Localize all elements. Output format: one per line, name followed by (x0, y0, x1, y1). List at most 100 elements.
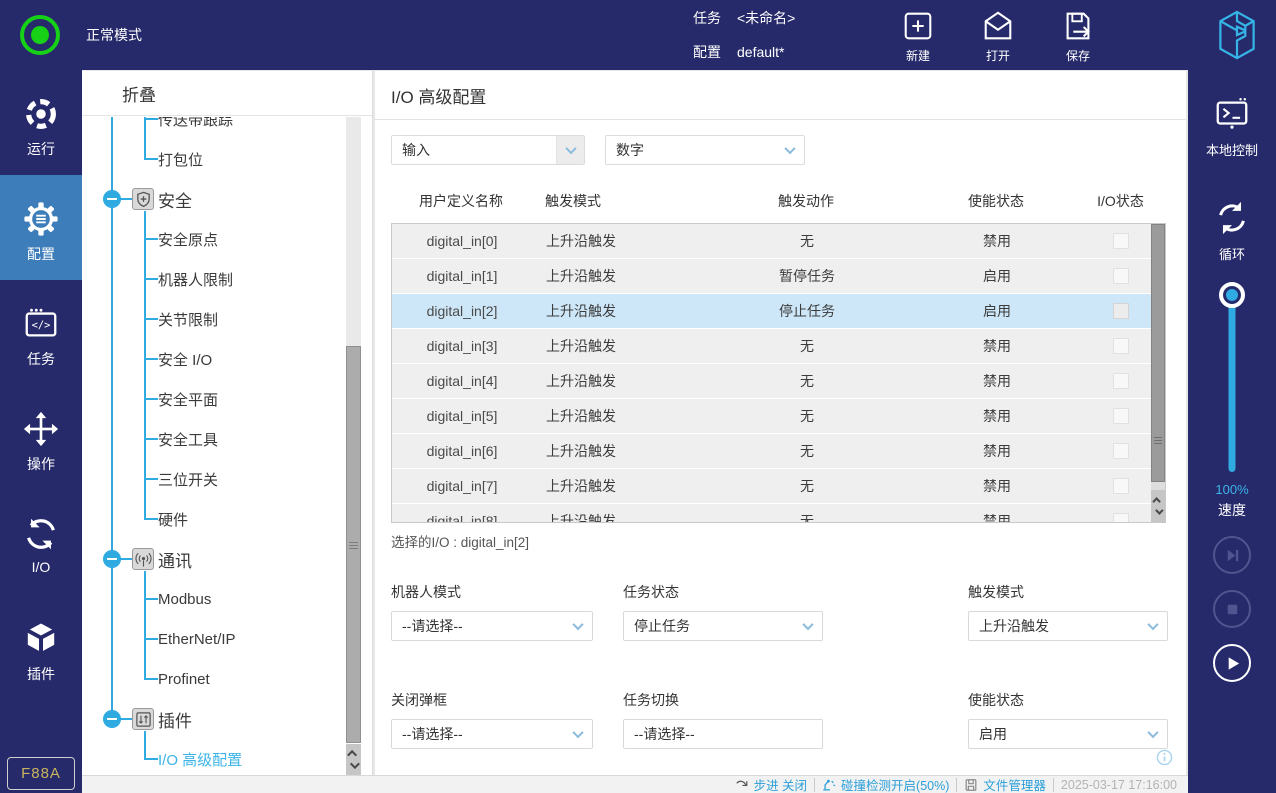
status-item[interactable]: 文件管理器 (956, 778, 1053, 792)
cell-enable-state: 禁用 (902, 511, 1092, 523)
collapse-toggle-icon[interactable] (103, 710, 121, 728)
nav-item[interactable]: 操作 (0, 385, 82, 490)
tree-item[interactable]: EtherNet/IP (82, 619, 372, 659)
form-field-label: 任务切换 (623, 690, 823, 710)
tree-scrollbar[interactable] (346, 117, 361, 743)
tree-item[interactable]: 安全 I/O (82, 339, 372, 379)
chevron-down-icon (776, 136, 804, 164)
tree-scrollbar-thumb[interactable] (346, 346, 361, 743)
tree-item[interactable]: 传送带跟踪 (82, 117, 372, 139)
nav-item[interactable]: 运行 (0, 70, 82, 175)
table-row[interactable]: digital_in[3] 上升沿触发 无 禁用 (392, 329, 1165, 363)
local-control-icon (1213, 95, 1251, 133)
tree-item-label: 三位开关 (158, 469, 218, 490)
nav-item[interactable]: I/O (0, 490, 82, 595)
tree-scrollbar-arrows[interactable] (346, 744, 361, 775)
form-field-control[interactable]: --请选择-- (391, 719, 593, 749)
right-bar-item[interactable]: 循环 (1213, 199, 1251, 263)
scroll-up-icon[interactable] (1152, 497, 1160, 505)
cell-user-name: digital_in[1] (392, 268, 532, 284)
form-field: 任务切换 --请选择-- (623, 690, 823, 749)
tree-item[interactable]: I/O 高级配置 (82, 739, 372, 775)
chevron-down-icon (1139, 720, 1167, 748)
column-header: I/O状态 (1091, 191, 1166, 211)
form-field-control[interactable]: --请选择-- (623, 719, 823, 749)
tree-item[interactable]: 插件 (82, 699, 372, 739)
collapse-toggle-icon[interactable] (103, 550, 121, 568)
form-field-control[interactable]: 停止任务 (623, 611, 823, 641)
mode-indicator[interactable]: 正常模式 (20, 15, 142, 55)
table-row[interactable]: digital_in[0] 上升沿触发 无 禁用 (392, 224, 1165, 258)
tree-item[interactable]: 打包位 (82, 139, 372, 179)
table-scrollbar-arrows[interactable] (1151, 490, 1165, 522)
transport-button[interactable] (1213, 590, 1251, 628)
task-info: 任务 <未命名> 配置 default* (693, 10, 795, 78)
status-item[interactable]: 碰撞检测开启(50%) (814, 778, 956, 792)
cell-enable-state: 禁用 (902, 441, 1092, 461)
collapse-toggle-icon[interactable] (103, 190, 121, 208)
table-scrollbar-thumb[interactable] (1151, 224, 1165, 482)
cell-trigger-mode: 上升沿触发 (532, 441, 712, 461)
form-field-control[interactable]: 启用 (968, 719, 1168, 749)
scroll-down-icon[interactable] (1155, 507, 1163, 515)
speed-slider[interactable] (1229, 286, 1236, 472)
tree-item[interactable]: 通讯 (82, 539, 372, 579)
form-field-control[interactable]: 上升沿触发 (968, 611, 1168, 641)
fkey-button[interactable]: F88A (7, 757, 75, 790)
tree-item-label: 安全 I/O (158, 349, 212, 370)
cell-enable-state: 禁用 (902, 231, 1092, 251)
form-field: 触发模式 上升沿触发 (968, 582, 1168, 641)
table-scrollbar[interactable] (1151, 224, 1165, 522)
right-bar-item[interactable]: 本地控制 (1206, 95, 1258, 159)
table-row[interactable]: digital_in[1] 上升沿触发 暂停任务 启用 (392, 259, 1165, 293)
speed-slider-handle[interactable] (1219, 282, 1245, 308)
nav-item[interactable]: </> 任务 (0, 280, 82, 385)
tree-item[interactable]: 关节限制 (82, 299, 372, 339)
status-item[interactable]: 2025-03-17 17:16:00 (1053, 778, 1184, 792)
tree-item[interactable]: Modbus (82, 579, 372, 619)
transport-button[interactable] (1213, 536, 1251, 574)
run-icon (22, 95, 60, 133)
topbar-actions: 新建 打开 保存 (878, 7, 1118, 64)
task-value: <未命名> (737, 10, 795, 27)
cell-user-name: digital_in[6] (392, 443, 532, 459)
cell-trigger-mode: 上升沿触发 (532, 266, 712, 286)
filter-dropdown[interactable]: 数字 (605, 135, 805, 165)
filter-dropdown[interactable]: 输入 (391, 135, 585, 165)
form-row-2: 关闭弹框 --请选择-- 任务切换 --请选择-- 使能状态 启用 (391, 690, 1168, 749)
table-row[interactable]: digital_in[2] 上升沿触发 停止任务 启用 (392, 294, 1165, 328)
cell-trigger-action: 无 (712, 371, 902, 391)
tree-item[interactable]: 硬件 (82, 499, 372, 539)
table-row[interactable]: digital_in[5] 上升沿触发 无 禁用 (392, 399, 1165, 433)
cell-user-name: digital_in[7] (392, 478, 532, 494)
config-label: 配置 (693, 44, 721, 61)
transport-button[interactable] (1213, 644, 1251, 682)
tree-item[interactable]: 安全原点 (82, 219, 372, 259)
nav-item[interactable]: 配置 (0, 175, 82, 280)
tree-collapse-header[interactable]: 折叠 (82, 71, 372, 116)
topbar-action-button[interactable]: 新建 (878, 7, 958, 64)
tree-item[interactable]: 安全 (82, 179, 372, 219)
nav-item[interactable]: 插件 (0, 595, 82, 700)
chevron-down-icon (1139, 612, 1167, 640)
table-row[interactable]: digital_in[7] 上升沿触发 无 禁用 (392, 469, 1165, 503)
tree-item-label: I/O 高级配置 (158, 749, 242, 770)
tree-item[interactable]: 安全平面 (82, 379, 372, 419)
tree-item-label: 传送带跟踪 (158, 117, 233, 130)
topbar-action-button[interactable]: 打开 (958, 7, 1038, 64)
tree-item[interactable]: 安全工具 (82, 419, 372, 459)
speed-readout: 100% 速度 (1188, 482, 1276, 520)
tree-item[interactable]: Profinet (82, 659, 372, 699)
tree-item[interactable]: 机器人限制 (82, 259, 372, 299)
scroll-up-icon[interactable] (347, 750, 357, 760)
scroll-down-icon[interactable] (350, 759, 360, 769)
status-item[interactable]: 步进 关闭 (728, 778, 814, 792)
table-row[interactable]: digital_in[4] 上升沿触发 无 禁用 (392, 364, 1165, 398)
info-icon[interactable] (1156, 749, 1173, 766)
table-row[interactable]: digital_in[8] 上升沿触发 无 禁用 (392, 504, 1165, 523)
form-field-control[interactable]: --请选择-- (391, 611, 593, 641)
speed-label: 速度 (1188, 500, 1276, 520)
topbar-action-button[interactable]: 保存 (1038, 7, 1118, 64)
tree-item[interactable]: 三位开关 (82, 459, 372, 499)
table-row[interactable]: digital_in[6] 上升沿触发 无 禁用 (392, 434, 1165, 468)
